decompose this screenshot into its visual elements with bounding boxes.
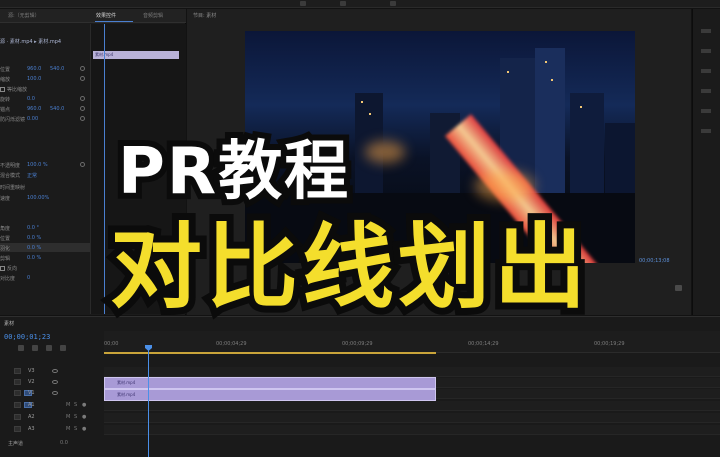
lock-icon[interactable]: [14, 414, 21, 420]
property-row[interactable]: 位置 960.0 540.0: [0, 66, 90, 74]
video-preview-city-night: [245, 31, 635, 263]
timeline-panel: 素材 00;00;01;23 00;00 00;00;04;29 00;00;0…: [0, 316, 720, 457]
time-ruler[interactable]: 00;00 00;00;04;29 00;00;09;29 00;00;14;2…: [104, 331, 720, 353]
track-lane: [104, 401, 720, 411]
marker-icon[interactable]: [46, 345, 52, 351]
workspace-icon[interactable]: [340, 1, 346, 6]
reset-icon[interactable]: [80, 76, 85, 81]
lock-icon[interactable]: [14, 379, 21, 385]
tool-icon[interactable]: [701, 129, 711, 133]
property-row[interactable]: 对比度 0: [0, 275, 90, 283]
reset-icon[interactable]: [80, 162, 85, 167]
effect-controls-panel: 源:（无剪辑） 效果控件 音频剪辑 源 · 素材.mp4 ▸ 素材.mp4 素材…: [0, 9, 186, 315]
reset-icon[interactable]: [80, 66, 85, 71]
mic-icon[interactable]: ●: [82, 402, 86, 408]
property-row[interactable]: 不透明度 100.0 %: [0, 162, 90, 170]
eye-icon[interactable]: [52, 391, 58, 395]
wrench-icon[interactable]: [60, 345, 66, 351]
clip-duration: 00;00;13;08: [639, 258, 670, 264]
lock-icon[interactable]: [14, 402, 21, 408]
mute-icon[interactable]: M: [66, 402, 70, 408]
panel-tabs: 源:（无剪辑） 效果控件 音频剪辑: [0, 9, 186, 23]
property-row[interactable]: 防闪烁滤镜 0.00: [0, 116, 90, 124]
property-row[interactable]: 混合模式 正常: [0, 172, 90, 180]
lock-icon[interactable]: [14, 368, 21, 374]
timeline-tools: [4, 345, 84, 353]
property-row[interactable]: 速度 100.00%: [0, 195, 90, 203]
property-row[interactable]: 位置 0.0 %: [0, 235, 90, 243]
right-toolbar: [692, 9, 720, 315]
city-glow: [365, 141, 405, 163]
lock-icon[interactable]: [14, 426, 21, 432]
mic-icon[interactable]: ●: [82, 426, 86, 432]
solo-icon[interactable]: S: [74, 414, 77, 420]
track-header-v2: V2: [0, 378, 100, 387]
workspace-icon[interactable]: [390, 1, 396, 6]
work-area-bar[interactable]: [104, 352, 436, 354]
transport-controls: [187, 271, 691, 311]
mini-playhead[interactable]: [104, 24, 105, 314]
workspace-icon[interactable]: [300, 1, 306, 6]
active-tab-indicator: [95, 21, 133, 22]
property-row[interactable]: 角度 0.0 °: [0, 225, 90, 233]
track-header-a1: A1 M S ●: [0, 401, 100, 410]
mic-icon[interactable]: ●: [82, 414, 86, 420]
reset-icon[interactable]: [80, 106, 85, 111]
property-row[interactable]: 剪辑 0.0 %: [0, 255, 90, 263]
effect-mini-timeline[interactable]: [91, 24, 186, 314]
tool-icon[interactable]: [701, 109, 711, 113]
tab-effect-controls[interactable]: 效果控件: [96, 12, 116, 19]
track-header-v3: V3: [0, 367, 100, 376]
video-clip[interactable]: 素材.mp4: [104, 377, 436, 389]
tab-audio-clip-mixer[interactable]: 音频剪辑: [143, 12, 163, 19]
track-header-a2: A2 M S ●: [0, 413, 100, 422]
lock-icon[interactable]: [14, 390, 21, 396]
tab-source[interactable]: 源:（无剪辑）: [8, 12, 40, 19]
track-lane: [104, 367, 720, 377]
timeline-timecode[interactable]: 00;00;01;23: [4, 333, 50, 341]
city-glow: [475, 171, 535, 201]
track-header-a3: A3 M S ●: [0, 425, 100, 434]
checkbox-icon[interactable]: [0, 87, 5, 92]
track-header-v1: V1: [0, 389, 100, 398]
tool-icon[interactable]: [701, 89, 711, 93]
solo-icon[interactable]: S: [74, 402, 77, 408]
checkbox-icon[interactable]: [0, 266, 5, 271]
mute-icon[interactable]: M: [66, 414, 70, 420]
snap-icon[interactable]: [18, 345, 24, 351]
mute-icon[interactable]: M: [66, 426, 70, 432]
mini-timeline-clip[interactable]: 素材.mp4: [93, 51, 179, 59]
top-menu-bar: [0, 0, 720, 8]
play-icon[interactable]: [439, 285, 446, 291]
eye-icon[interactable]: [52, 380, 58, 384]
property-row[interactable]: 时间重映射: [0, 184, 90, 192]
eye-icon[interactable]: [52, 369, 58, 373]
property-row[interactable]: 缩放 100.0: [0, 76, 90, 84]
tool-icon[interactable]: [701, 29, 711, 33]
property-row[interactable]: 旋转 0.0: [0, 96, 90, 104]
solo-icon[interactable]: S: [74, 426, 77, 432]
monitor-title[interactable]: 节目: 素材: [193, 12, 216, 19]
clip-selector[interactable]: 源 · 素材.mp4 ▸ 素材.mp4: [0, 38, 61, 45]
track-header-master: 主声道 0.0: [8, 440, 68, 447]
tool-icon[interactable]: [701, 49, 711, 53]
video-clip[interactable]: 素材.mp4: [104, 389, 436, 401]
reset-icon[interactable]: [80, 116, 85, 121]
tool-icon[interactable]: [701, 69, 711, 73]
property-row[interactable]: 羽化 0.0 %: [0, 245, 90, 253]
track-lane: [104, 413, 720, 423]
add-button-icon[interactable]: [675, 285, 682, 291]
sequence-tab[interactable]: 素材: [4, 320, 14, 327]
track-lane: [104, 425, 720, 435]
playhead-line[interactable]: [148, 345, 149, 457]
property-row[interactable]: 锚点 960.0 540.0: [0, 106, 90, 114]
property-row[interactable]: 等比缩放: [0, 86, 90, 94]
step-forward-icon[interactable]: [451, 285, 458, 291]
reset-icon[interactable]: [80, 96, 85, 101]
property-row[interactable]: 反向: [0, 265, 90, 273]
linked-selection-icon[interactable]: [32, 345, 38, 351]
program-monitor: 节目: 素材 00;00;13;08: [187, 9, 691, 315]
step-back-icon[interactable]: [427, 285, 434, 291]
